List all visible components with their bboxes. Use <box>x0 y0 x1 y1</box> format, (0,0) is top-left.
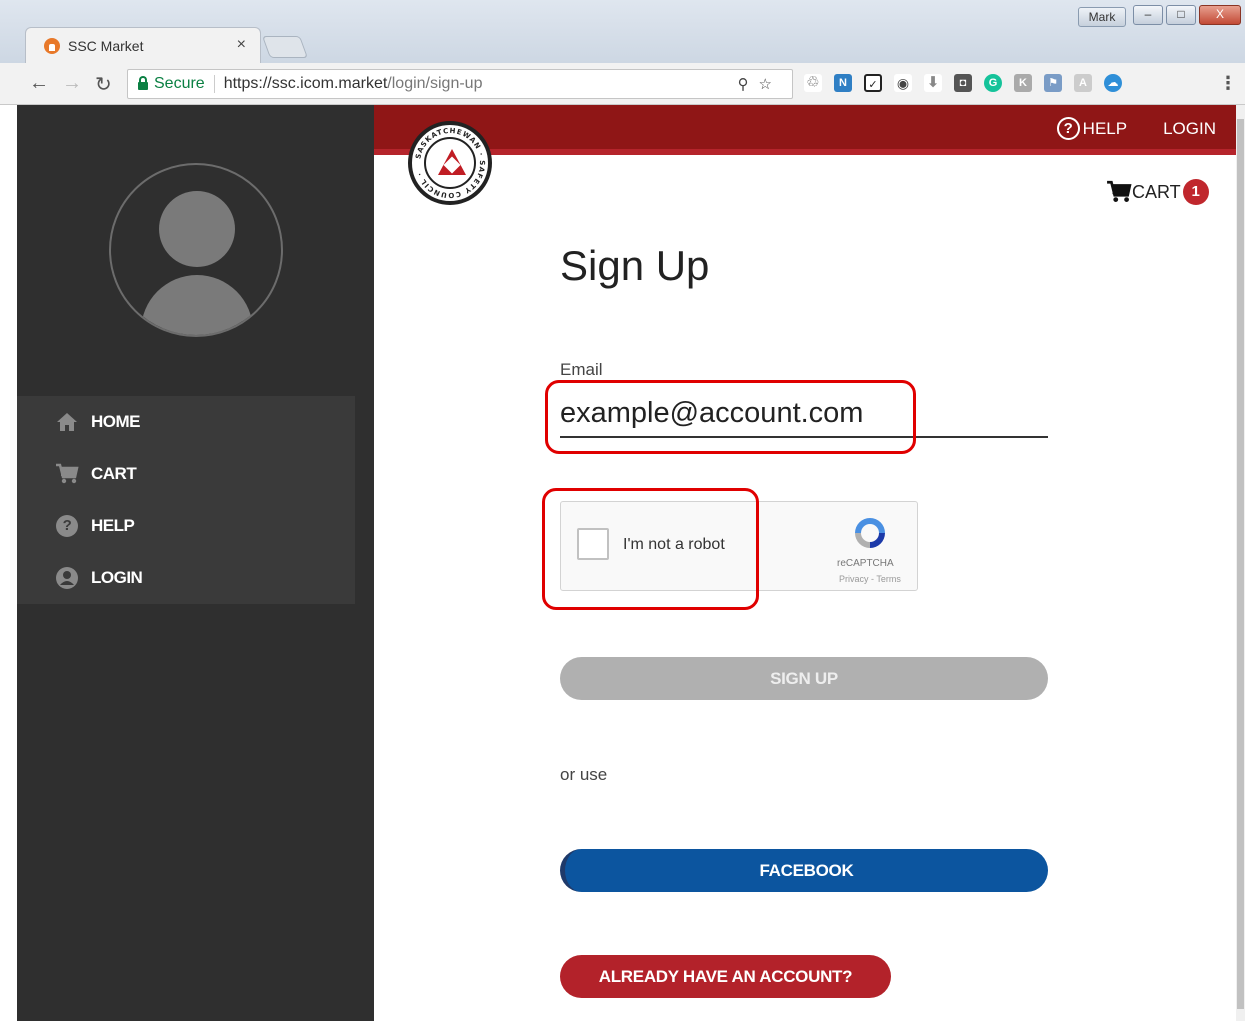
browser-titlebar: Mark – □ X SSC Market × <box>0 0 1245 63</box>
browser-menu-icon[interactable]: ⋮ <box>1219 73 1237 94</box>
saskatchewan-safety-council-logo[interactable]: SASKATCHEWAN · SAFETY COUNCIL · <box>408 121 492 205</box>
tab-close-icon[interactable]: × <box>237 36 246 54</box>
site-favicon-icon <box>44 37 60 54</box>
cart-label: CART <box>1132 181 1181 202</box>
cart-count-badge: 1 <box>1182 179 1209 205</box>
sidebar-nav: HOME CART ? HELP LOGIN <box>17 396 355 604</box>
k-extension-icon[interactable]: K <box>1014 74 1032 92</box>
download-extension-icon[interactable]: ⬇ <box>924 74 942 92</box>
help-icon: ? <box>55 514 79 538</box>
new-extension-icon[interactable]: N <box>834 74 852 92</box>
sign-up-button[interactable]: SIGN UP <box>560 657 1048 700</box>
cart-icon <box>55 462 79 486</box>
account-icon <box>55 566 79 590</box>
close-window-button[interactable]: X <box>1199 5 1241 25</box>
address-divider <box>213 75 215 93</box>
top-header: ? HELP LOGIN <box>374 105 1236 155</box>
tab-title: SSC Market <box>68 37 144 54</box>
maximize-button[interactable]: □ <box>1166 5 1196 25</box>
recaptcha-checkbox[interactable] <box>577 528 609 560</box>
extension-icons: ♲ N ✓ ◉ ⬇ ◘ G K ⚑ A ☁ <box>804 74 1122 92</box>
recaptcha-brand: reCAPTCHA <box>837 558 894 569</box>
sidebar-item-label: LOGIN <box>91 568 143 587</box>
recaptcha-logo-icon <box>855 518 885 548</box>
pdf-extension-icon[interactable]: A <box>1074 74 1092 92</box>
scrollbar-thumb[interactable] <box>1237 119 1244 1009</box>
sidebar-item-home[interactable]: HOME <box>17 396 355 448</box>
avatar-body <box>141 275 253 335</box>
recycle-extension-icon[interactable]: ♲ <box>804 74 822 92</box>
address-bar[interactable]: Secure https://ssc.icom.market /login/si… <box>127 69 793 99</box>
header-cart-link[interactable]: CART 1 <box>1106 179 1209 205</box>
email-label: Email <box>560 360 603 379</box>
eye-extension-icon[interactable]: ◉ <box>894 74 912 92</box>
secure-label: Secure <box>154 75 205 92</box>
sidebar-item-label: HOME <box>91 412 141 431</box>
window-controls: – □ X <box>1133 5 1241 25</box>
top-nav: ? HELP LOGIN <box>1056 117 1216 140</box>
browser-tab[interactable]: SSC Market × <box>25 27 261 63</box>
flag-extension-icon[interactable]: ⚑ <box>1044 74 1062 92</box>
sidebar: HOME CART ? HELP LOGIN <box>17 105 374 1021</box>
home-icon <box>55 410 79 434</box>
header-help-link[interactable]: HELP <box>1083 119 1127 139</box>
sidebar-item-login[interactable]: LOGIN <box>17 552 355 604</box>
sidebar-item-help[interactable]: ? HELP <box>17 500 355 552</box>
recaptcha-label: I'm not a robot <box>623 536 725 553</box>
help-circle-icon: ? <box>1056 117 1080 140</box>
grammarly-extension-icon[interactable]: G <box>984 74 1002 92</box>
lock-icon <box>138 76 148 90</box>
user-profile-button[interactable]: Mark <box>1078 7 1126 27</box>
new-tab-button[interactable] <box>261 36 309 58</box>
square-extension-icon[interactable]: ◘ <box>954 74 972 92</box>
cloud-extension-icon[interactable]: ☁ <box>1104 74 1122 92</box>
avatar <box>109 163 283 337</box>
reload-icon[interactable]: ↻ <box>95 72 112 97</box>
header-login-link[interactable]: LOGIN <box>1163 119 1216 139</box>
back-arrow-icon[interactable]: ← <box>29 72 49 95</box>
or-use-text: or use <box>560 765 608 784</box>
avatar-head <box>159 191 235 267</box>
recaptcha-terms-link[interactable]: Privacy - Terms <box>839 574 901 584</box>
email-field[interactable] <box>560 390 1048 438</box>
cart-icon <box>1107 180 1132 202</box>
sidebar-item-cart[interactable]: CART <box>17 448 355 500</box>
facebook-button[interactable]: FACEBOOK <box>560 849 1048 892</box>
page-scrollbar[interactable] <box>1236 105 1245 1021</box>
page-title: Sign Up <box>560 242 710 289</box>
sidebar-item-label: HELP <box>91 516 135 535</box>
checkbox-extension-icon[interactable]: ✓ <box>864 74 882 92</box>
already-have-account-button[interactable]: ALREADY HAVE AN ACCOUNT? <box>560 955 891 998</box>
url-path: /login/sign-up <box>387 75 483 92</box>
forward-arrow-icon[interactable]: → <box>62 72 82 95</box>
minimize-button[interactable]: – <box>1133 5 1163 25</box>
sidebar-item-label: CART <box>91 464 137 483</box>
bookmark-star-icon[interactable]: ⚲☆ <box>738 75 782 93</box>
recaptcha-widget: I'm not a robot reCAPTCHA Privacy - Term… <box>560 501 918 591</box>
url-host: https://ssc.icom.market <box>223 75 388 92</box>
browser-toolbar: ← → ↻ Secure https://ssc.icom.market /lo… <box>0 63 1245 105</box>
logo-emblem <box>424 137 476 189</box>
